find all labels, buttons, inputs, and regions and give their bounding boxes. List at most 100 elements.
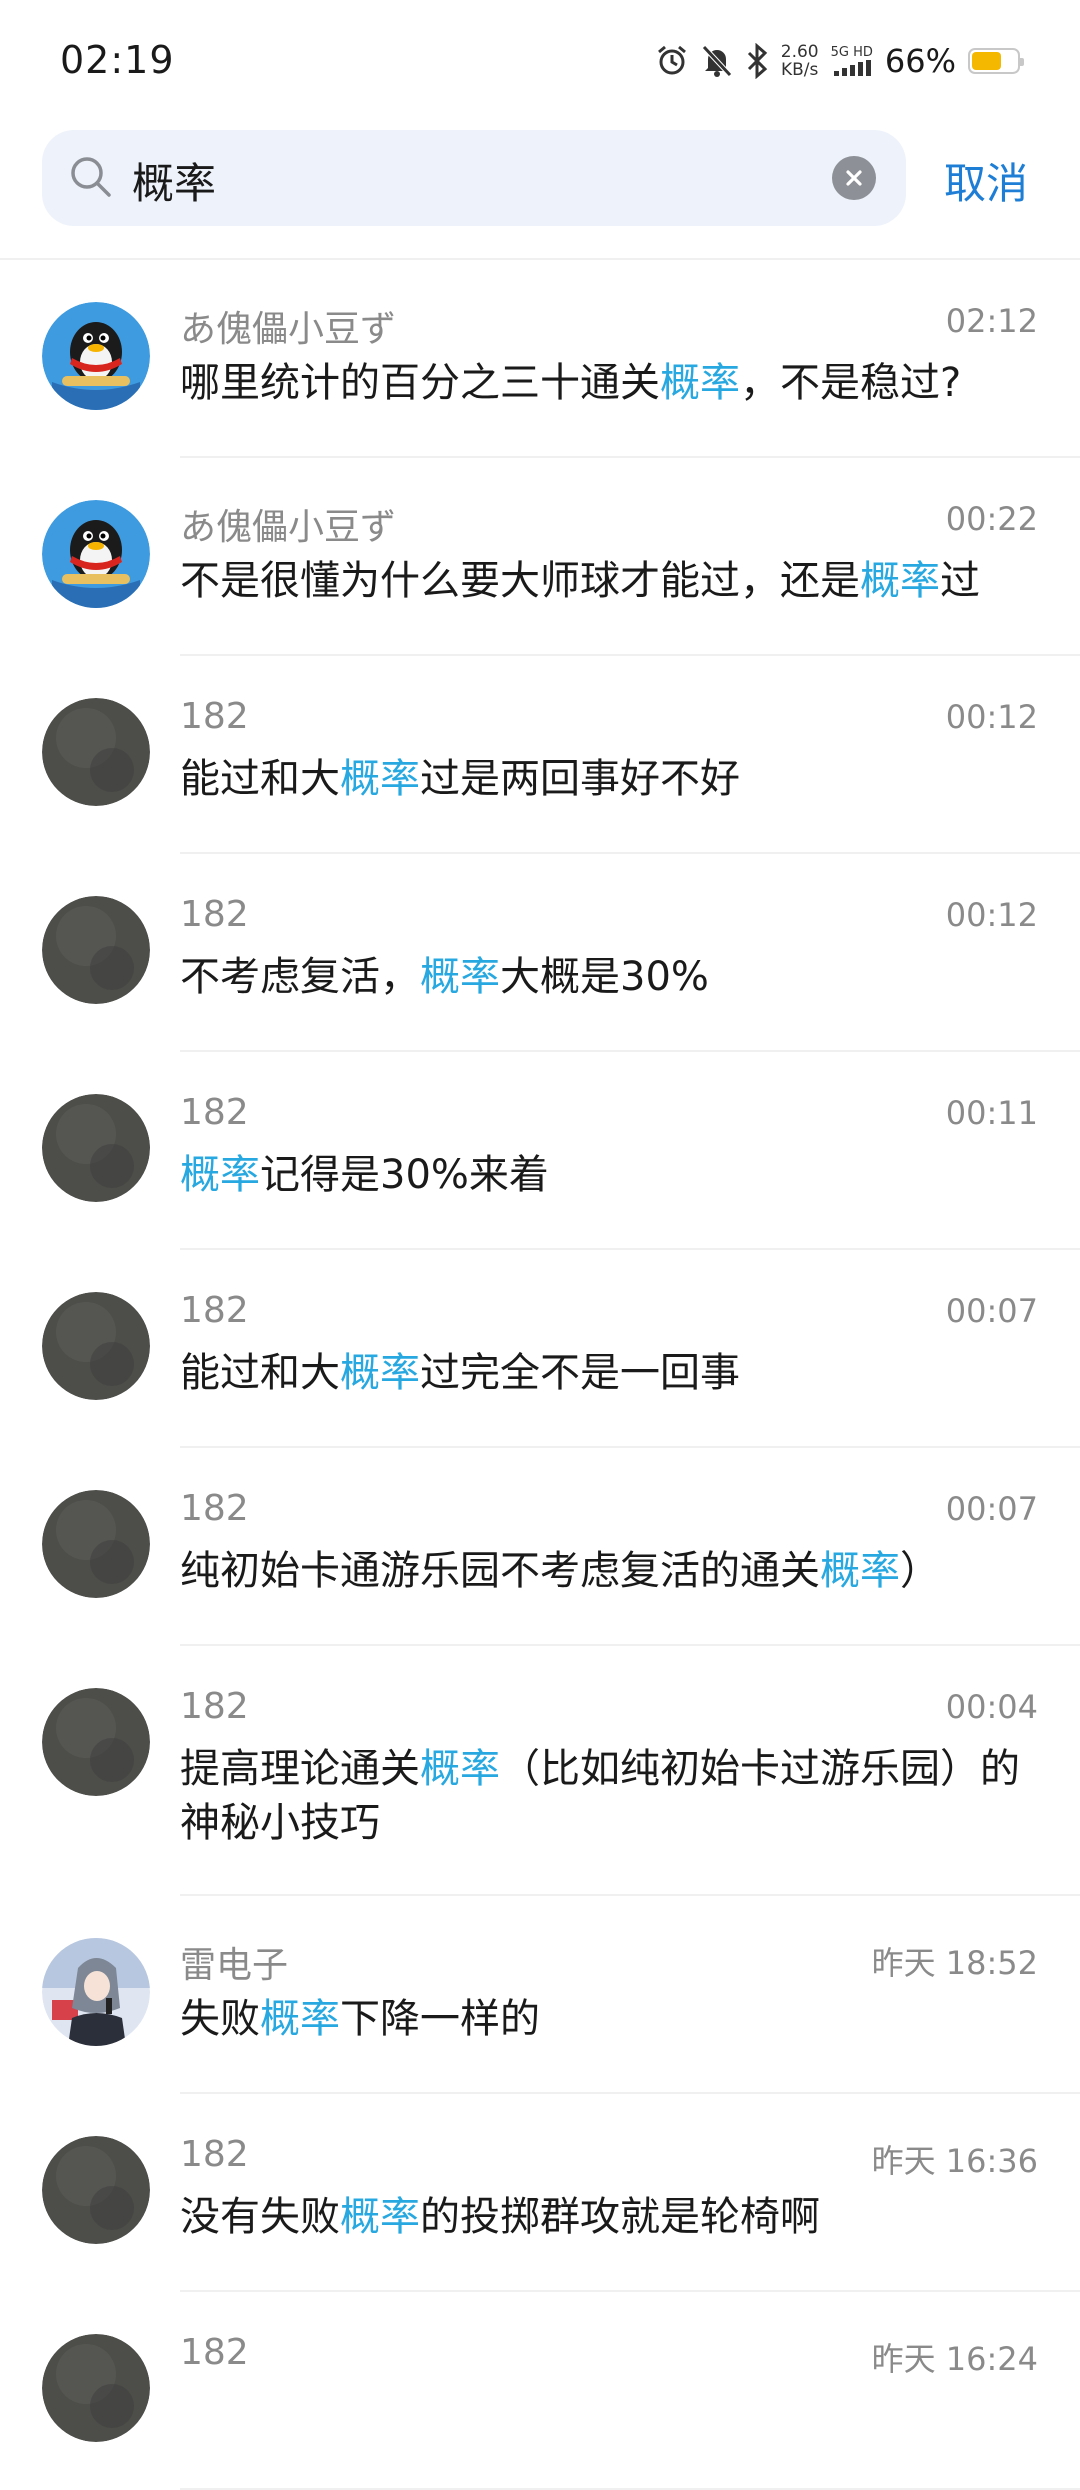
clear-search-button[interactable] (832, 156, 876, 200)
avatar[interactable] (42, 2334, 150, 2442)
avatar[interactable] (42, 302, 150, 410)
sender-name: 182 (180, 1488, 249, 1529)
message-snippet: 概率记得是30%来着 (180, 1148, 1040, 1202)
keyword-highlight: 概率 (820, 1548, 900, 1594)
keyword-highlight: 概率 (660, 360, 740, 406)
search-query[interactable]: 概率 (132, 150, 216, 211)
message-time: 昨天 18:52 (871, 1944, 1038, 1982)
message-text: 的投掷群攻就是轮椅啊 (420, 2194, 820, 2240)
net-speed: 2.60 KB/s (781, 43, 819, 79)
keyword-highlight: 概率 (260, 1996, 340, 2042)
message-snippet: 不考虑复活，概率大概是30% (180, 950, 1040, 1004)
mute-bell-icon (701, 44, 733, 78)
status-icons: 2.60 KB/s 5G HD 66% (655, 40, 1024, 82)
cancel-button[interactable]: 取消 (944, 150, 1028, 211)
message-text: ） (900, 1548, 940, 1594)
result-item[interactable]: 182 00:11 概率记得是30%来着 (0, 1052, 1080, 1250)
message-text: 没有失败 (180, 2194, 340, 2240)
sender-name: 182 (180, 2134, 249, 2175)
message-text: 下降一样的 (340, 1996, 540, 2042)
message-text: 大概是30% (500, 954, 709, 1000)
result-item[interactable]: あ傀儡小豆ず 00:22 不是很懂为什么要大师球才能过，还是概率过 (0, 458, 1080, 656)
result-item[interactable]: 182 昨天 16:36 没有失败概率的投掷群攻就是轮椅啊 (0, 2094, 1080, 2292)
message-snippet: 哪里统计的百分之三十通关概率，不是稳过? (180, 356, 1040, 410)
battery-icon (968, 48, 1024, 74)
message-time: 00:07 (945, 1292, 1038, 1330)
signal-icon (832, 60, 872, 76)
result-item[interactable]: 182 00:12 不考虑复活，概率大概是30% (0, 854, 1080, 1052)
battery-percent: 66% (884, 42, 956, 80)
message-time: 00:12 (945, 698, 1038, 736)
sender-name: 雷电子 (180, 1945, 289, 1986)
message-snippet: 没有失败概率的投掷群攻就是轮椅啊 (180, 2190, 1040, 2244)
result-item[interactable]: あ傀儡小豆ず 02:12 哪里统计的百分之三十通关概率，不是稳过? (0, 260, 1080, 458)
message-snippet: 提高理论通关概率（比如纯初始卡过游乐园）的神秘小技巧 (180, 1742, 1040, 1850)
keyword-highlight: 概率 (340, 2194, 420, 2240)
net-speed-value: 2.60 (780, 42, 819, 62)
message-time: 00:12 (945, 896, 1038, 934)
message-text: ，不是稳过? (740, 360, 962, 406)
message-text: 纯初始卡通游乐园不考虑复活的通关 (180, 1548, 820, 1594)
search-input[interactable]: 概率 (42, 130, 906, 226)
network-type: 5G HD (831, 46, 873, 76)
message-time: 00:22 (945, 500, 1038, 538)
avatar[interactable] (42, 1292, 150, 1400)
message-text: 不考虑复活， (180, 954, 420, 1000)
result-item[interactable]: 182 00:07 纯初始卡通游乐园不考虑复活的通关概率） (0, 1448, 1080, 1646)
message-text: 过 (940, 558, 980, 604)
avatar[interactable] (42, 500, 150, 608)
network-type-label: 5G HD (830, 45, 873, 60)
message-text: 能过和大 (180, 1350, 340, 1396)
message-time: 02:12 (945, 302, 1038, 340)
search-icon (68, 154, 114, 204)
net-speed-unit: KB/s (780, 60, 819, 80)
sender-name: 182 (180, 894, 249, 935)
message-text: 不是很懂为什么要大师球才能过，还是 (180, 558, 860, 604)
battery-fill (972, 52, 1002, 70)
message-text: 能过和大 (180, 756, 340, 802)
status-time: 02:19 (60, 38, 175, 82)
message-snippet: 能过和大概率过完全不是一回事 (180, 1346, 1040, 1400)
avatar[interactable] (42, 896, 150, 1004)
message-snippet: 纯初始卡通游乐园不考虑复活的通关概率） (180, 1544, 1040, 1598)
message-snippet: 能过和大概率过是两回事好不好 (180, 752, 1040, 806)
keyword-highlight: 概率 (420, 1746, 500, 1792)
avatar[interactable] (42, 698, 150, 806)
avatar[interactable] (42, 1938, 150, 2046)
message-text: 失败 (180, 1996, 260, 2042)
avatar[interactable] (42, 1688, 150, 1796)
result-item[interactable]: 182 00:07 能过和大概率过完全不是一回事 (0, 1250, 1080, 1448)
message-snippet: 失败概率下降一样的 (180, 1992, 1040, 2046)
message-time: 昨天 16:24 (871, 2340, 1038, 2378)
message-text: 记得是30%来着 (260, 1152, 549, 1198)
sender-name: 182 (180, 1290, 249, 1331)
result-item[interactable]: 182 00:04 提高理论通关概率（比如纯初始卡过游乐园）的神秘小技巧 (0, 1646, 1080, 1896)
message-text: 哪里统计的百分之三十通关 (180, 360, 660, 406)
message-text: 提高理论通关 (180, 1746, 420, 1792)
message-time: 00:11 (945, 1094, 1038, 1132)
result-item[interactable]: 雷电子 昨天 18:52 失败概率下降一样的 (0, 1896, 1080, 2094)
message-text: 过是两回事好不好 (420, 756, 740, 802)
result-item[interactable]: 182 00:12 能过和大概率过是两回事好不好 (0, 656, 1080, 854)
result-item[interactable]: 182 昨天 16:24 (0, 2292, 1080, 2490)
search-results-list: あ傀儡小豆ず 02:12 哪里统计的百分之三十通关概率，不是稳过? あ傀儡小豆ず 00:… (0, 260, 1080, 2490)
message-text: 过完全不是一回事 (420, 1350, 740, 1396)
bluetooth-icon (745, 43, 769, 79)
sender-name: 182 (180, 696, 249, 737)
avatar[interactable] (42, 2136, 150, 2244)
sender-name: あ傀儡小豆ず (180, 507, 397, 548)
avatar[interactable] (42, 1490, 150, 1598)
keyword-highlight: 概率 (180, 1152, 260, 1198)
message-snippet: 不是很懂为什么要大师球才能过，还是概率过 (180, 554, 1040, 608)
status-bar: 02:19 2.60 KB/s 5G HD 66% (0, 0, 1080, 120)
keyword-highlight: 概率 (860, 558, 940, 604)
keyword-highlight: 概率 (340, 1350, 420, 1396)
alarm-icon (655, 44, 689, 78)
search-row: 概率 取消 (0, 128, 1080, 228)
avatar[interactable] (42, 1094, 150, 1202)
sender-name: あ傀儡小豆ず (180, 309, 397, 350)
close-icon (846, 170, 862, 186)
message-time: 00:04 (945, 1688, 1038, 1726)
sender-name: 182 (180, 1686, 249, 1727)
keyword-highlight: 概率 (420, 954, 500, 1000)
